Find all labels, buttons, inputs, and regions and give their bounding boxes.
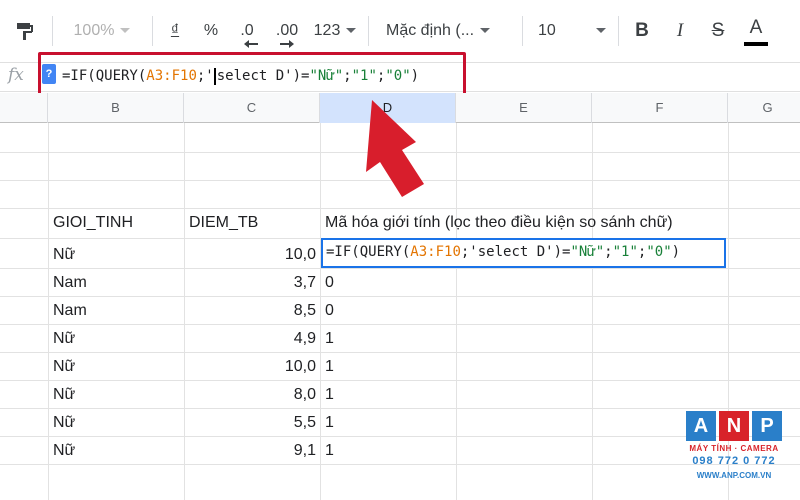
zoom-select[interactable]: 100% <box>62 14 142 48</box>
cell-diem-tb[interactable]: 5,5 <box>184 409 316 437</box>
more-formats-label: 123 <box>313 22 341 39</box>
header-cell-diem-tb[interactable]: DIEM_TB <box>189 209 258 237</box>
logo-phone: 098 772 0 772 <box>692 455 776 467</box>
grid-line <box>0 380 800 381</box>
paint-format-button[interactable] <box>8 14 42 48</box>
cell-ma-hoa[interactable]: 1 <box>325 325 334 353</box>
fx-icon: fx <box>8 65 24 85</box>
currency-format-button[interactable]: ₫ <box>162 14 188 48</box>
text-color-swatch <box>744 42 768 46</box>
font-size-select[interactable]: 10 <box>532 14 610 48</box>
cell-ma-hoa[interactable]: 1 <box>325 437 334 465</box>
toolbar-divider <box>52 16 53 46</box>
font-size-value: 10 <box>538 22 556 39</box>
formula-part: ) <box>671 244 681 260</box>
formula-range: A3:F10 <box>410 244 461 260</box>
logo-letter: N <box>719 411 749 441</box>
cell-diem-tb[interactable]: 3,7 <box>184 269 316 297</box>
anp-logo: A N P MÁY TÍNH · CAMERA 098 772 0 772 WW… <box>686 411 782 485</box>
logo-website: WWW.ANP.COM.VN <box>696 471 772 480</box>
column-header-e[interactable]: E <box>456 93 592 123</box>
increase-decimal-label: .00 <box>275 22 299 39</box>
column-header-g[interactable]: G <box>728 93 800 123</box>
header-cell-ma-hoa[interactable]: Mã hóa giới tính (lọc theo điều kiện so … <box>325 209 673 237</box>
cell-gioi-tinh[interactable]: Nữ <box>53 241 75 269</box>
cell-gioi-tinh[interactable]: Nam <box>53 297 87 325</box>
cell-gioi-tinh[interactable]: Nữ <box>53 409 75 437</box>
cell-diem-tb[interactable]: 4,9 <box>184 325 316 353</box>
cell-gioi-tinh[interactable]: Nữ <box>53 381 75 409</box>
arrow-left-icon <box>244 40 258 48</box>
toolbar-divider <box>368 16 369 46</box>
chevron-down-icon <box>595 28 606 34</box>
formula-part: ;'select D')= <box>460 244 571 260</box>
logo-subtitle: MÁY TÍNH · CAMERA <box>689 444 779 453</box>
chevron-down-icon <box>480 28 491 34</box>
font-family-value: Mặc định (... <box>386 22 475 39</box>
cell-ma-hoa[interactable]: 0 <box>325 297 334 325</box>
grid-line <box>0 464 800 465</box>
chevron-down-icon <box>120 28 131 34</box>
paint-format-icon <box>17 22 33 40</box>
cell-gioi-tinh[interactable]: Nữ <box>53 437 75 465</box>
formula-part: ; <box>604 244 613 260</box>
formula-string: "1" <box>612 244 638 260</box>
formula-part: =IF(QUERY( <box>326 244 411 260</box>
cell-diem-tb[interactable]: 10,0 <box>184 353 316 381</box>
arrow-right-icon <box>280 40 294 48</box>
column-header-c[interactable]: C <box>184 93 320 123</box>
cell-ma-hoa[interactable]: 0 <box>325 269 334 297</box>
formula-highlight-box <box>38 52 466 96</box>
grid-line <box>0 408 800 409</box>
grid-line <box>0 352 800 353</box>
cell-gioi-tinh[interactable]: Nam <box>53 269 87 297</box>
logo-letter: P <box>752 411 782 441</box>
grid-line <box>0 436 800 437</box>
cell-gioi-tinh[interactable]: Nữ <box>53 353 75 381</box>
cell-diem-tb[interactable]: 10,0 <box>184 241 316 269</box>
text-color-button[interactable]: A <box>740 14 772 48</box>
font-family-select[interactable]: Mặc định (... <box>380 14 512 48</box>
toolbar-divider <box>152 16 153 46</box>
percent-format-button[interactable]: % <box>198 14 224 48</box>
logo-letter: A <box>686 411 716 441</box>
column-header-f[interactable]: F <box>592 93 728 123</box>
grid-line <box>0 296 800 297</box>
grid-line <box>0 324 800 325</box>
cell-gioi-tinh[interactable]: Nữ <box>53 325 75 353</box>
select-all-corner[interactable] <box>0 93 48 123</box>
italic-button[interactable]: I <box>666 14 694 48</box>
formula-string: "Nữ" <box>570 244 605 260</box>
chevron-down-icon <box>346 28 357 34</box>
more-formats-select[interactable]: 123 <box>308 14 362 48</box>
text-color-label: A <box>749 17 763 38</box>
toolbar-divider <box>618 16 619 46</box>
header-cell-gioi-tinh[interactable]: GIOI_TINH <box>53 209 133 237</box>
bold-button[interactable]: B <box>628 14 656 48</box>
cell-diem-tb[interactable]: 9,1 <box>184 437 316 465</box>
cell-diem-tb[interactable]: 8,5 <box>184 297 316 325</box>
toolbar-divider <box>522 16 523 46</box>
cell-ma-hoa[interactable]: 1 <box>325 381 334 409</box>
cell-ma-hoa[interactable]: 1 <box>325 353 334 381</box>
active-cell-formula[interactable]: =IF(QUERY(A3:F10;'select D')="Nữ";"1";"0… <box>326 242 680 262</box>
cell-diem-tb[interactable]: 8,0 <box>184 381 316 409</box>
cell-ma-hoa[interactable]: 1 <box>325 409 334 437</box>
increase-decimal-button[interactable]: .00 <box>270 14 304 48</box>
strikethrough-button[interactable]: S <box>704 14 732 48</box>
column-header-b[interactable]: B <box>48 93 184 123</box>
decrease-decimal-label: .0 <box>240 22 254 39</box>
decrease-decimal-button[interactable]: .0 <box>232 14 262 48</box>
zoom-value: 100% <box>73 22 115 39</box>
formula-string: "0" <box>646 244 672 260</box>
red-arrow-icon <box>366 100 424 197</box>
grid-line <box>0 268 800 269</box>
